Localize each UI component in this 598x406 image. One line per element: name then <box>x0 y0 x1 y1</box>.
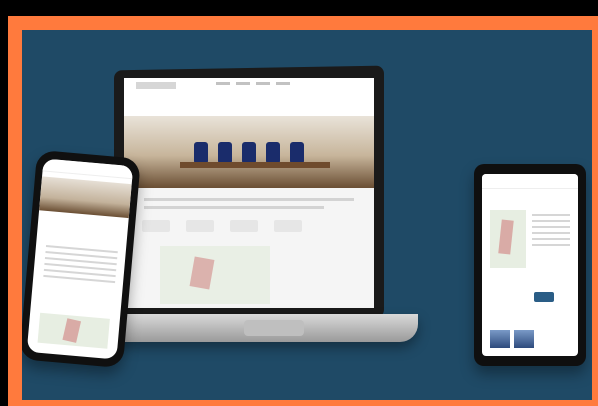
stat-box <box>274 220 302 232</box>
chair <box>266 142 280 164</box>
stat-box <box>186 220 214 232</box>
text-line <box>532 232 570 234</box>
phone-device <box>22 149 141 369</box>
phone-map <box>37 312 110 349</box>
phone-navbar <box>42 158 134 180</box>
tablet-screen <box>482 174 578 356</box>
chair <box>290 142 304 164</box>
content-line <box>144 198 354 201</box>
text-line <box>532 244 570 246</box>
text-line <box>532 238 570 240</box>
chair <box>218 142 232 164</box>
tablet-device <box>474 164 586 366</box>
property-map <box>160 246 270 304</box>
stat-box <box>142 220 170 232</box>
stat-box <box>230 220 258 232</box>
trackpad <box>244 320 304 336</box>
thumbnail-image <box>490 330 510 348</box>
tablet-text-block <box>532 210 570 250</box>
tablet-thumbnails <box>490 330 534 348</box>
orange-frame <box>8 16 598 406</box>
phone-screen <box>26 158 134 360</box>
menu-item <box>216 82 230 85</box>
text-line <box>532 214 570 216</box>
laptop-navbar <box>124 78 374 95</box>
tablet-map <box>490 210 526 268</box>
tablet-button <box>534 292 554 302</box>
phone-hero-image <box>39 176 132 219</box>
text-line <box>532 226 570 228</box>
stats-row <box>142 220 302 232</box>
dining-chairs <box>194 142 314 164</box>
site-logo <box>136 82 176 89</box>
menu-item <box>276 82 290 85</box>
laptop-device <box>88 65 418 342</box>
thumbnail-image <box>514 330 534 348</box>
menu-item <box>256 82 270 85</box>
chair <box>242 142 256 164</box>
menu-item <box>236 82 250 85</box>
phone-text-block <box>40 241 118 317</box>
content-line <box>144 206 324 209</box>
dining-table <box>180 162 330 168</box>
blue-panel <box>22 30 592 400</box>
tablet-navbar <box>482 174 578 189</box>
laptop-screen <box>124 78 374 308</box>
top-menu <box>216 82 290 85</box>
mockup-stage <box>0 0 598 406</box>
hero-heading-bar <box>124 94 374 116</box>
chair <box>194 142 208 164</box>
text-line <box>532 220 570 222</box>
